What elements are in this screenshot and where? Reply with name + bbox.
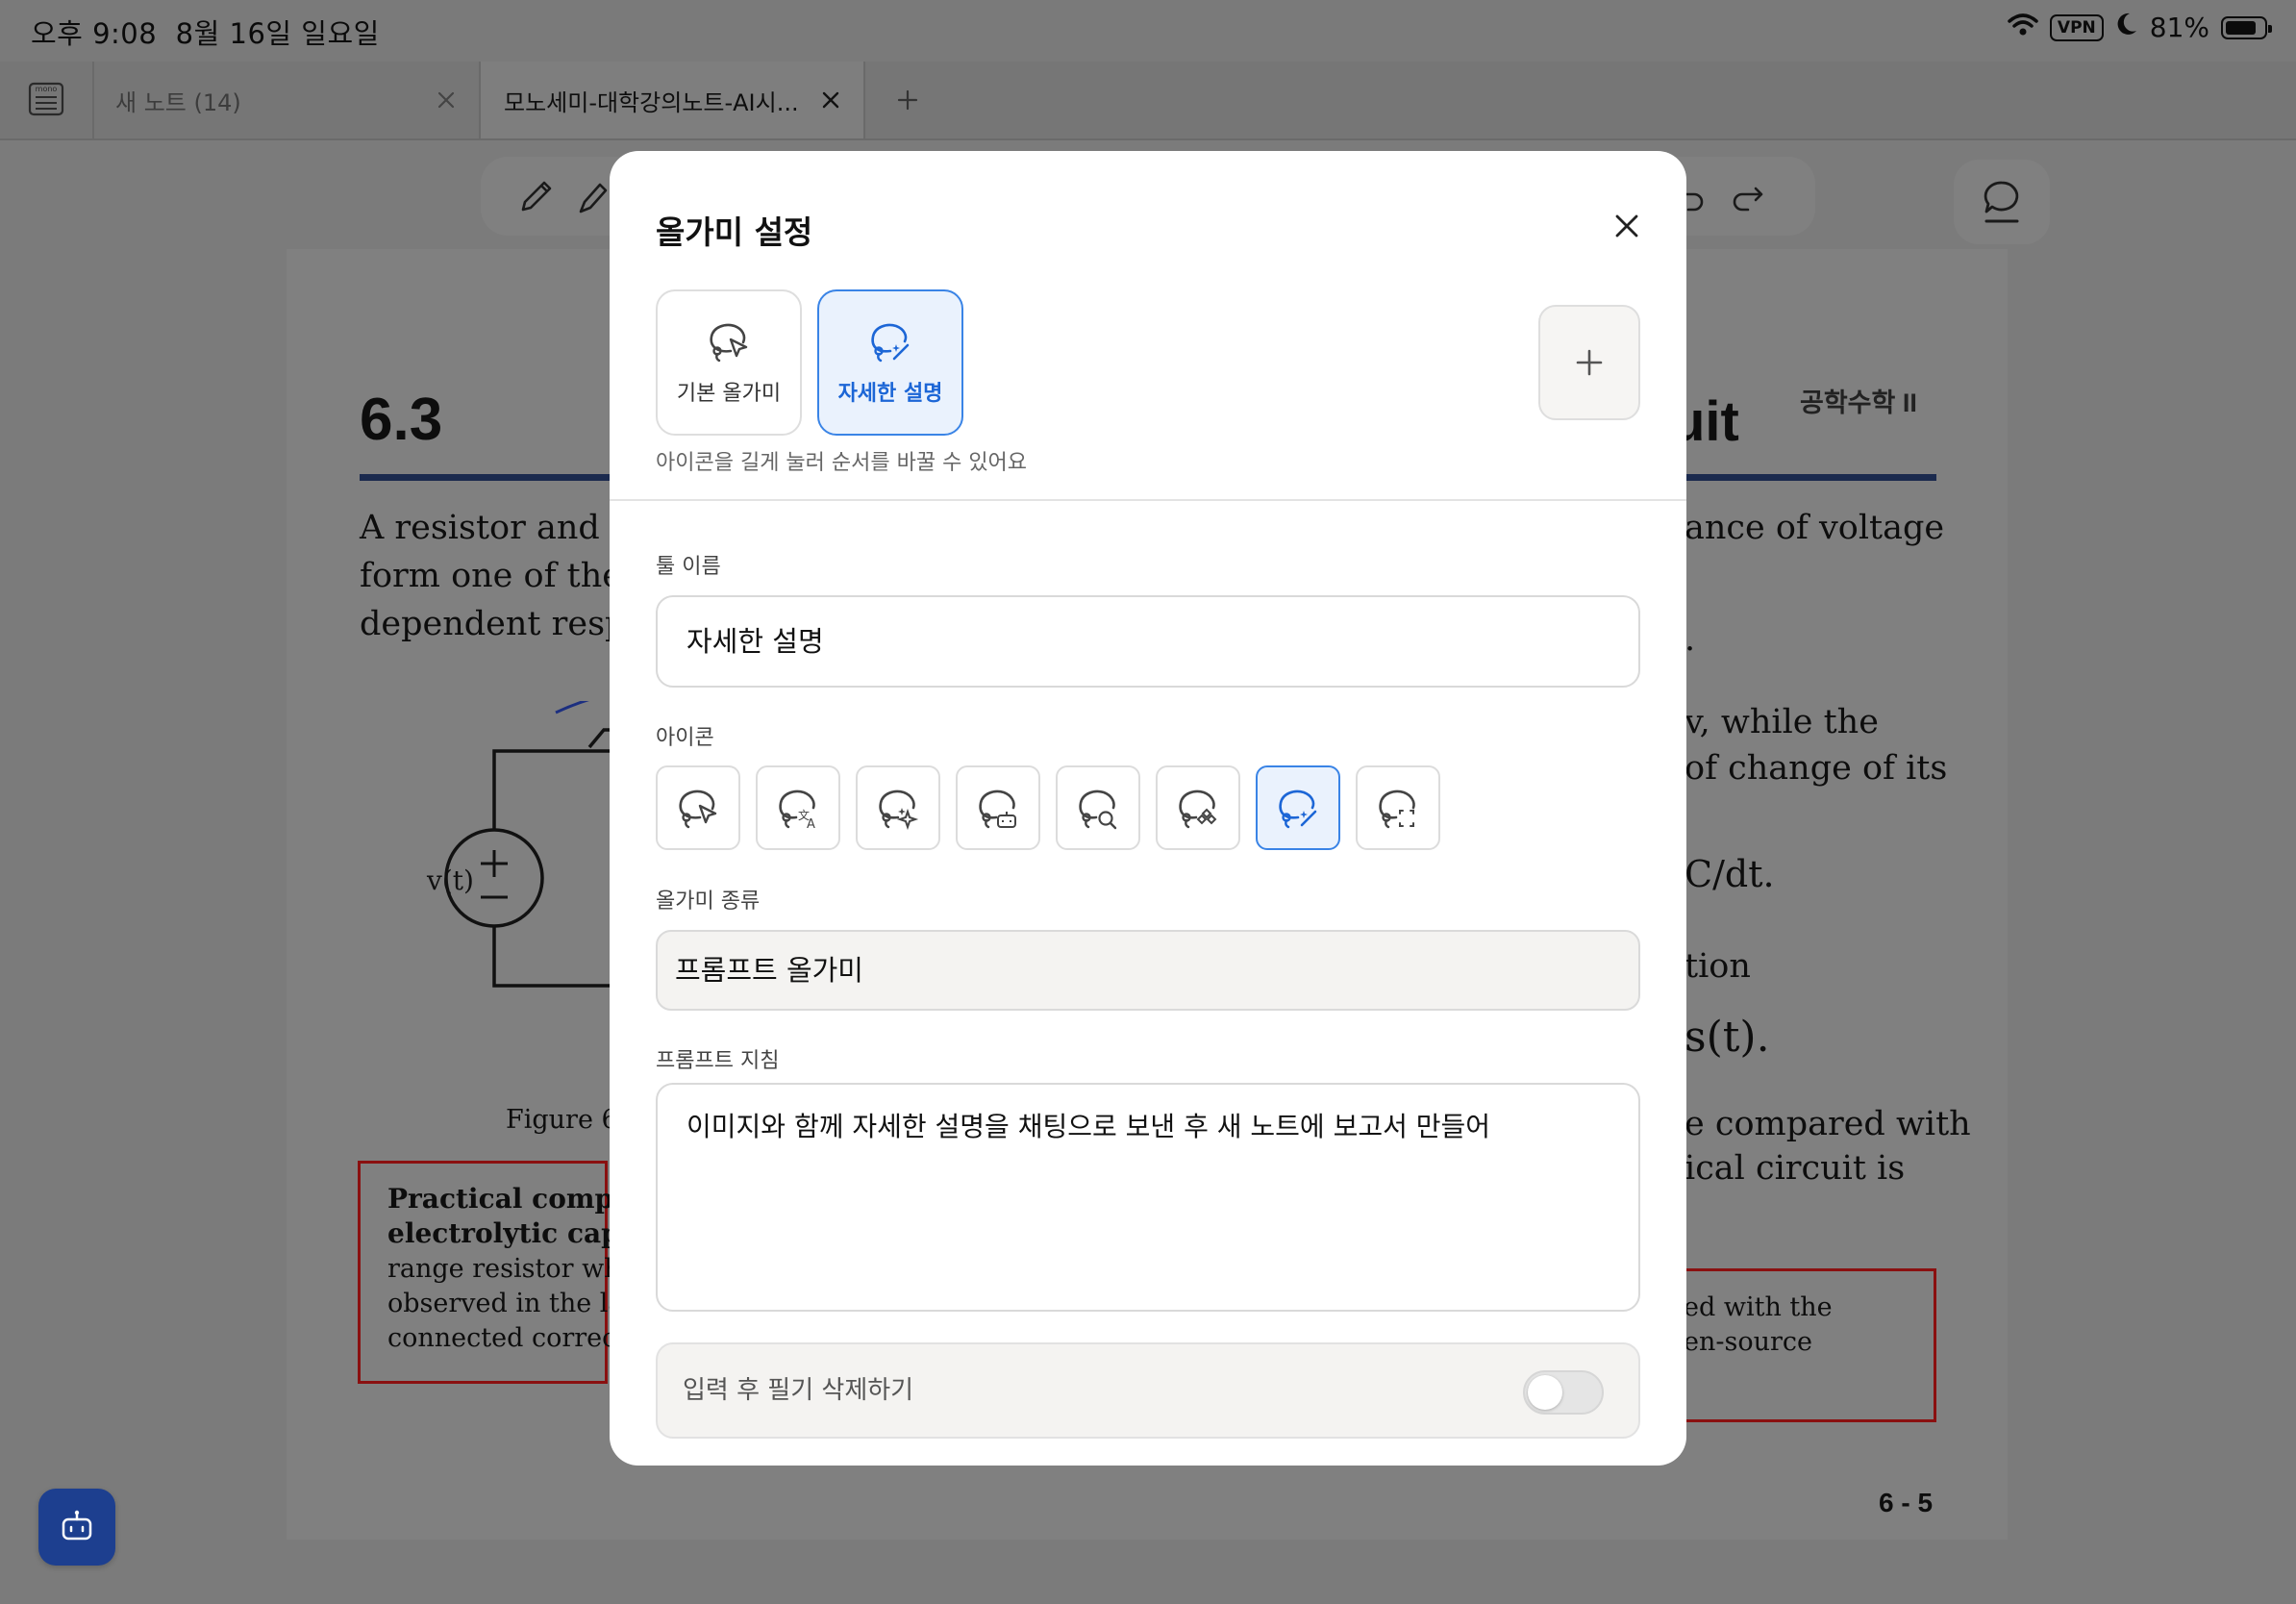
tab-new-note[interactable]: 새 노트 (14) — [92, 62, 481, 138]
new-tab-button[interactable] — [885, 79, 931, 121]
prompt-textarea[interactable]: 이미지와 함께 자세한 설명을 채팅으로 보낸 후 새 노트에 보고서 만들어 — [656, 1083, 1640, 1312]
status-time: 오후 9:08 8월 16일 일요일 — [31, 17, 380, 50]
tab-label: 모노세미-대학강의노트-AI시... — [504, 88, 799, 116]
notebook-icon: mono — [27, 79, 65, 121]
body-line: e compared with — [1685, 1105, 1971, 1143]
icon-option-shapes[interactable] — [1156, 765, 1240, 850]
icon-label: 아이콘 — [656, 726, 714, 750]
delete-ink-setting: 입력 후 필기 삭제하기 — [656, 1342, 1640, 1439]
delete-ink-toggle[interactable] — [1523, 1370, 1604, 1415]
icon-option-translate[interactable]: 文 A — [756, 765, 840, 850]
icon-option-cursor[interactable] — [656, 765, 740, 850]
prompt-label: 프롬프트 지침 — [656, 1049, 780, 1073]
toggle-knob — [1528, 1375, 1562, 1410]
lasso-frame-icon — [1379, 789, 1415, 829]
lasso-shapes-icon — [1179, 789, 1217, 829]
add-preset-button[interactable] — [1538, 305, 1640, 420]
dialog-close-button[interactable] — [1604, 203, 1650, 249]
robot-icon — [62, 1510, 92, 1541]
lasso-cursor-icon — [679, 789, 717, 829]
preset-basic-lasso[interactable]: 기본 올가미 — [656, 289, 802, 436]
lasso-settings-dialog: 올가미 설정 기본 올가미 자세한 설명 아이콘을 길게 눌러 순서를 바꿀 수… — [610, 151, 1686, 1466]
preset-detailed-explanation[interactable]: 자세한 설명 — [817, 289, 963, 436]
body-line: form one of the — [360, 557, 622, 595]
tab-close-button[interactable] — [810, 79, 852, 121]
battery-icon — [2221, 15, 2272, 39]
section-number: 6.3 — [360, 387, 443, 453]
body-line: ance of voltage — [1685, 509, 1945, 547]
close-icon — [437, 91, 455, 109]
moon-icon — [2115, 12, 2138, 43]
preset-label: 기본 올가미 — [676, 382, 782, 406]
icon-option-frame[interactable] — [1356, 765, 1440, 850]
svg-text:A: A — [807, 817, 815, 831]
ai-assistant-button[interactable] — [38, 1489, 115, 1566]
icon-option-robot[interactable] — [956, 765, 1040, 850]
body-line: C/dt. — [1685, 853, 1775, 895]
preset-label: 자세한 설명 — [837, 382, 943, 406]
status-bar: 오후 9:08 8월 16일 일요일 VPN 81% — [0, 0, 2296, 62]
plus-icon — [897, 89, 918, 111]
vpn-badge: VPN — [2049, 13, 2104, 41]
note-box-left: Practical compone electrolytic capaci ra… — [358, 1161, 668, 1384]
chat-bubble-icon — [1984, 181, 2019, 223]
lasso-magic-icon — [1279, 789, 1317, 829]
tab-lecture-note[interactable]: 모노세미-대학강의노트-AI시... — [481, 62, 865, 138]
chat-button[interactable] — [1954, 160, 2050, 244]
lasso-magic-icon — [871, 323, 910, 363]
lasso-type-select[interactable]: 프롬프트 올가미 — [656, 930, 1640, 1011]
battery-percent: 81% — [2149, 12, 2209, 43]
redo-icon[interactable] — [1727, 175, 1769, 217]
tool-name-label: 툴 이름 — [656, 555, 721, 579]
svg-text:v(t): v(t) — [426, 865, 474, 896]
tab-close-button[interactable] — [425, 79, 467, 121]
icon-option-search[interactable] — [1056, 765, 1140, 850]
close-icon — [822, 91, 839, 109]
lasso-type-label: 올가미 종류 — [656, 890, 761, 914]
svg-text:mono: mono — [36, 85, 58, 93]
note-box-right: ed with the en-source — [1652, 1268, 1936, 1422]
lasso-translate-icon: 文 A — [779, 789, 815, 831]
body-line: of change of its — [1685, 749, 1948, 788]
lasso-sparkle-icon — [879, 789, 919, 831]
delete-ink-label: 입력 후 필기 삭제하기 — [683, 1376, 914, 1405]
body-line: A resistor and a — [360, 509, 631, 547]
close-icon — [1615, 214, 1638, 238]
wifi-icon — [2008, 12, 2038, 43]
page-number: 6 - 5 — [1879, 1488, 1934, 1517]
lasso-search-icon — [1079, 789, 1117, 830]
body-line: v, while the — [1685, 703, 1879, 741]
dialog-title: 올가미 설정 — [656, 213, 813, 251]
body-line: ical circuit is — [1685, 1149, 1906, 1188]
lasso-cursor-icon — [710, 323, 748, 363]
reorder-hint: 아이콘을 길게 눌러 순서를 바꿀 수 있어요 — [656, 451, 1028, 475]
tool-name-input[interactable]: 자세한 설명 — [656, 595, 1640, 688]
body-line: tion — [1685, 947, 1751, 986]
icon-option-magic[interactable] — [1256, 765, 1340, 850]
status-indicators: VPN 81% — [2008, 12, 2272, 43]
body-line: dependent respo — [360, 605, 647, 643]
lasso-robot-icon — [979, 789, 1016, 829]
page-header: 공학수학 II — [1800, 388, 1917, 417]
plus-icon — [1576, 349, 1603, 376]
section-divider — [610, 499, 1686, 501]
pen-icon[interactable] — [515, 175, 558, 217]
equation-fragment: s(t). — [1685, 1013, 1770, 1062]
notebook-home-button[interactable]: mono — [0, 62, 94, 138]
tab-label: 새 노트 (14) — [115, 88, 241, 116]
icon-option-sparkle[interactable] — [856, 765, 940, 850]
tab-bar: mono 새 노트 (14) 모노세미-대학강의노트-AI시... — [0, 62, 2296, 140]
